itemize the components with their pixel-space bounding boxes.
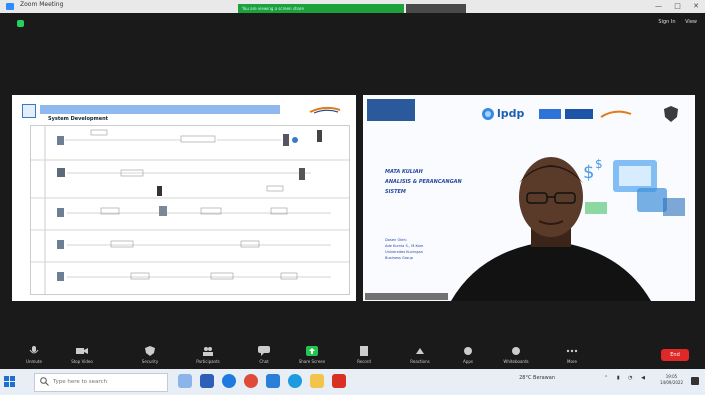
whiteboards-button[interactable]: Whiteboards <box>496 346 536 364</box>
shield-icon <box>145 346 155 356</box>
participants-icon <box>203 347 213 356</box>
reactions-icon <box>416 348 424 354</box>
chat-bubble-icon <box>258 346 270 356</box>
taskbar-search[interactable] <box>34 373 168 392</box>
swimlane-diagram <box>30 125 350 295</box>
share-screen-label: Share Screen <box>298 359 326 364</box>
whiteboards-label: Whiteboards <box>503 359 529 364</box>
more-label: More <box>567 359 577 364</box>
share-banner-text: You are viewing a screen share <box>242 6 304 11</box>
record-label: Record <box>357 359 371 364</box>
meeting-toolbar: Unmute Stop Video Security Participants … <box>0 343 705 369</box>
acrobat-app-icon[interactable] <box>332 374 346 388</box>
weather-widget[interactable]: 28°C Berawan <box>512 375 555 381</box>
windows-taskbar: 28°C Berawan ⌃ ▮ ◔ ◀ 19:05 14/09/2022 <box>0 369 705 395</box>
unmute-button[interactable]: Unmute <box>14 346 54 364</box>
wifi-icon[interactable]: ◔ <box>628 375 632 381</box>
encryption-shield-icon[interactable] <box>17 20 24 27</box>
zoom-taskbar-icon[interactable] <box>266 374 280 388</box>
clock-date: 14/09/2022 <box>659 380 683 385</box>
share-screen-button[interactable]: Share Screen <box>292 346 332 364</box>
window-controls: — □ ✕ <box>645 2 699 10</box>
slide-title: System Development <box>48 116 109 122</box>
participants-button[interactable]: Participants <box>188 346 228 364</box>
minimize-button[interactable]: — <box>655 2 662 10</box>
meeting-area: Sign In View System Development lpdp MAT… <box>0 13 705 369</box>
file-explorer-icon[interactable] <box>310 374 324 388</box>
slide-title-band: System Development <box>40 105 280 122</box>
apps-button[interactable]: Apps <box>448 346 488 364</box>
process-flow-diagram <box>31 126 349 294</box>
record-button[interactable]: Record <box>344 346 384 364</box>
university-logo <box>367 99 415 121</box>
volume-icon[interactable]: ◀ <box>641 375 645 381</box>
view-button[interactable]: View <box>685 19 697 25</box>
chat-label: Chat <box>259 359 269 364</box>
calendar-app-icon[interactable] <box>200 374 214 388</box>
sign-in-link[interactable]: Sign In <box>658 19 675 25</box>
security-label: Security <box>141 359 159 364</box>
apps-icon <box>464 347 472 355</box>
stop-video-label: Stop Video <box>71 359 93 364</box>
microphone-icon <box>29 346 39 354</box>
more-button[interactable]: More <box>552 346 592 364</box>
lecturer-line-4: Business Group <box>385 256 413 260</box>
participants-label: Participants <box>196 359 220 364</box>
unmute-label: Unmute <box>26 359 42 364</box>
slide-icon <box>22 104 36 118</box>
maximize-button[interactable]: □ <box>674 2 681 10</box>
system-clock[interactable]: 19:05 14/09/2022 <box>660 374 683 386</box>
end-meeting-button[interactable]: End <box>661 349 689 361</box>
speaker-video[interactable]: lpdp MATA KULIAH ANALISIS & PERANCANGAN … <box>363 95 695 301</box>
slide-header: System Development <box>22 103 344 122</box>
view-controls: Sign In View <box>650 19 697 25</box>
share-screen-icon <box>306 346 318 356</box>
lecturer-info: Dosen Oleh: Ade Kurnia S., M.Kom Univers… <box>385 237 423 261</box>
shared-screen[interactable]: System Development <box>12 95 356 301</box>
video-camera-icon <box>76 348 88 354</box>
reactions-label: Reactions <box>410 359 430 364</box>
window-titlebar: Zoom Meeting You are viewing a screen sh… <box>0 0 705 20</box>
weather-text: 28°C Berawan <box>519 375 555 381</box>
search-icon <box>40 377 49 386</box>
battery-icon[interactable]: ▮ <box>617 375 620 381</box>
apps-label: Apps <box>463 359 473 364</box>
zoom-app-icon <box>6 3 14 10</box>
whiteboard-icon <box>512 347 520 355</box>
institution-logo-icon <box>309 106 341 114</box>
chrome-browser-icon[interactable] <box>244 374 258 388</box>
participant-name-tag <box>365 293 448 300</box>
reactions-button[interactable]: Reactions <box>400 346 440 364</box>
close-button[interactable]: ✕ <box>693 2 699 10</box>
more-dots-icon <box>566 349 578 353</box>
stop-video-button[interactable]: Stop Video <box>62 346 102 364</box>
lpdp-logo-text: lpdp <box>497 107 525 120</box>
partner-logos <box>539 109 632 119</box>
system-tray-icons[interactable]: ⌃ ▮ ◔ ◀ <box>597 375 645 381</box>
windows-start-icon[interactable] <box>4 376 15 387</box>
view-options-button[interactable]: View Options <box>406 4 466 20</box>
search-input[interactable] <box>53 376 161 388</box>
chat-button[interactable]: Chat <box>244 346 284 364</box>
emblem-icon <box>664 106 678 122</box>
edge-browser-icon[interactable] <box>222 374 236 388</box>
task-view-icon[interactable] <box>178 374 192 388</box>
record-icon <box>360 346 368 356</box>
window-title: Zoom Meeting <box>20 1 64 8</box>
speaker-person <box>451 157 651 301</box>
tray-chevron-icon[interactable]: ⌃ <box>604 375 608 381</box>
screen-share-banner[interactable]: You are viewing a screen share <box>238 4 404 13</box>
store-app-icon[interactable] <box>288 374 302 388</box>
globe-logo-icon <box>482 108 494 120</box>
notification-center-icon[interactable] <box>691 377 699 385</box>
security-button[interactable]: Security <box>130 346 170 364</box>
